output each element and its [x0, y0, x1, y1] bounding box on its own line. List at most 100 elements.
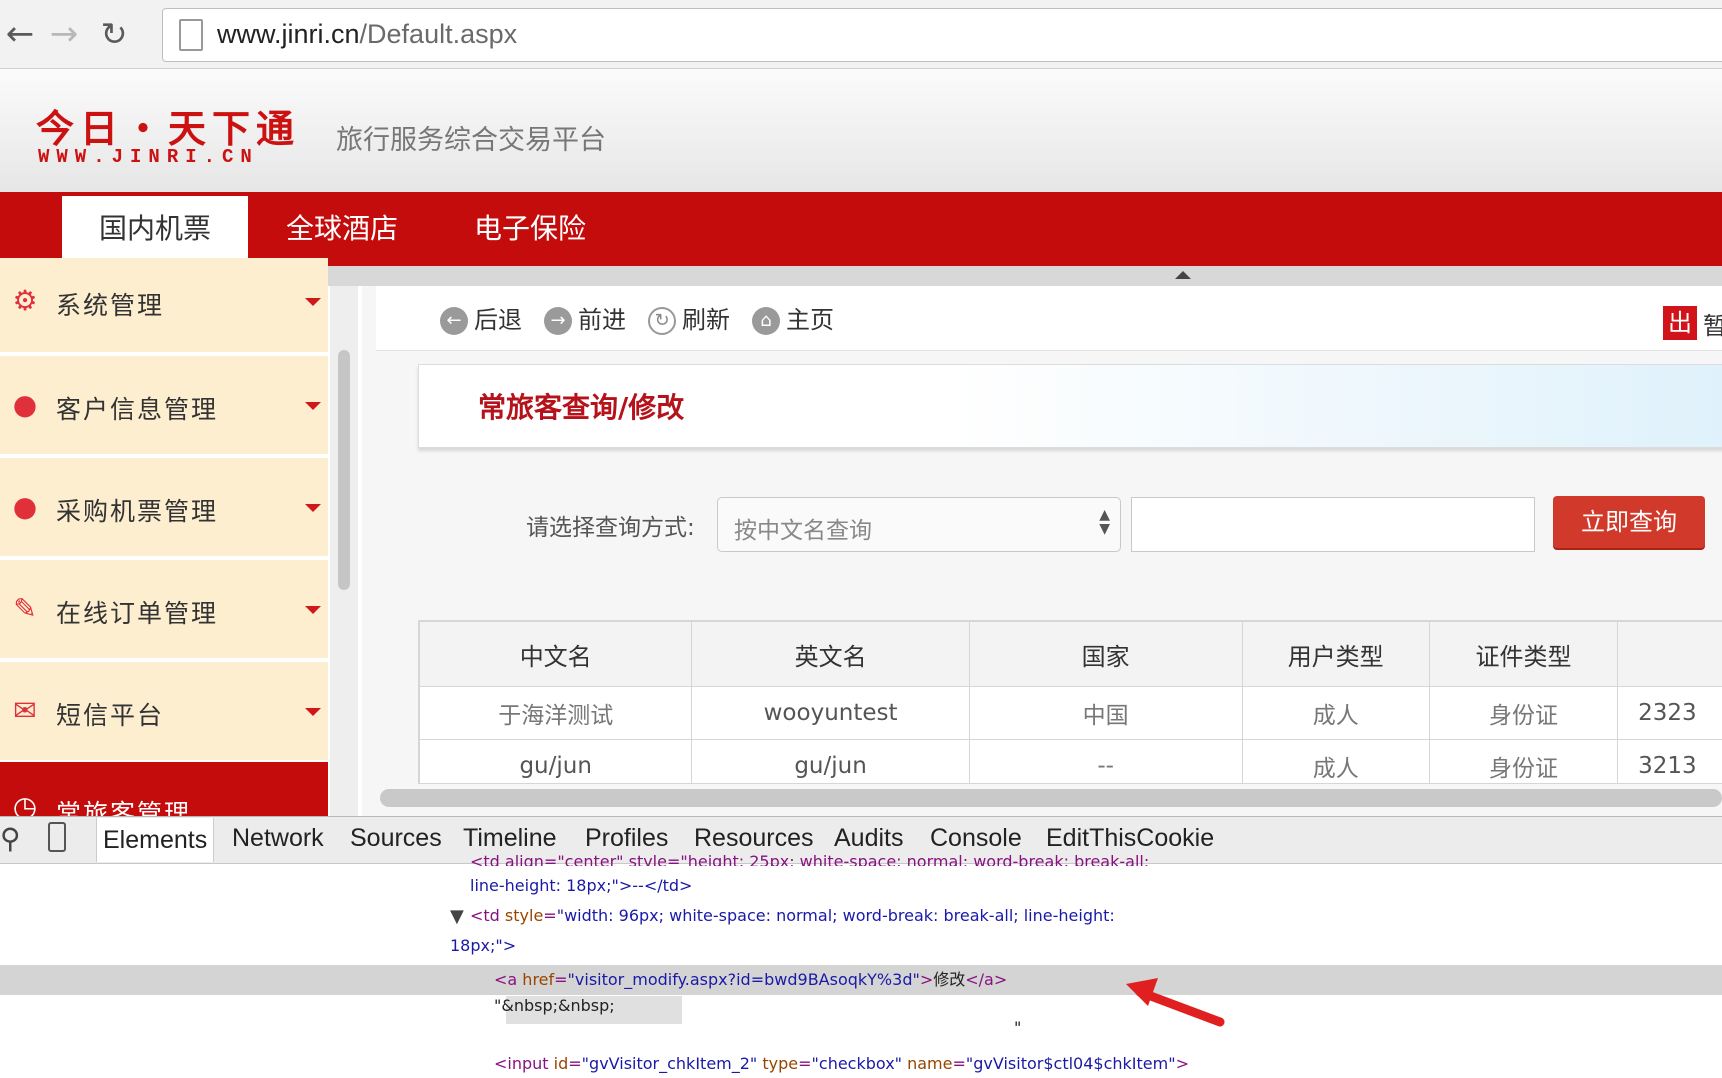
code-val: "gvVisitor_chkItem_2": [581, 1054, 758, 1073]
home-label: 主页: [786, 306, 834, 334]
table-header-row: 中文名 英文名 国家 用户类型 证件类型: [419, 621, 1722, 687]
page-title: 常旅客查询/修改: [478, 391, 685, 424]
code-tag: <input: [494, 1054, 554, 1073]
exit-label[interactable]: 暂: [1703, 306, 1722, 341]
pencil-icon: ✎: [13, 592, 37, 625]
user-icon: ●: [12, 388, 38, 421]
table-cell: 中国: [968, 686, 1243, 740]
chat-bubble-icon: ●: [12, 490, 38, 523]
arrow-right-icon[interactable]: →: [44, 14, 84, 54]
caret-down-icon: [305, 402, 321, 410]
table-row[interactable]: 于海洋测试 wooyuntest 中国 成人 身份证 2323: [419, 686, 1722, 740]
sidebar-item-ticket-purchase[interactable]: ● 采购机票管理: [0, 458, 328, 560]
code-val: "width: 96px; white-space: normal; word-…: [556, 906, 1115, 925]
col-header: 证件类型: [1428, 621, 1619, 687]
code-tag: <a: [494, 970, 523, 989]
devtools-tab-network[interactable]: Network: [232, 824, 324, 853]
devtools-tab-timeline[interactable]: Timeline: [463, 824, 557, 853]
sidebar-scrollbar[interactable]: [338, 350, 350, 590]
devtools-tab-console[interactable]: Console: [930, 824, 1022, 853]
table-cell: wooyuntest: [691, 686, 970, 740]
sidebar-item-label: 采购机票管理: [56, 497, 219, 526]
code-attr: href: [522, 970, 555, 989]
code-tag-close: </a>: [965, 970, 1008, 989]
refresh-button[interactable]: ↻ 刷新: [648, 300, 730, 335]
forward-arrow-icon: →: [544, 307, 572, 335]
code-line[interactable]: <td style="width: 96px; white-space: nor…: [470, 906, 1115, 925]
table-cell: 3213: [1617, 739, 1722, 783]
table-cell: 于海洋测试: [419, 686, 693, 740]
code-eq: =: [798, 1054, 812, 1073]
url-host: www.jinri.cn: [217, 19, 360, 49]
col-header: 用户类型: [1241, 621, 1430, 687]
code-val: "gvVisitor$ctl04$chkItem": [965, 1054, 1176, 1073]
code-text: 修改: [933, 970, 966, 989]
forward-button[interactable]: → 前进: [544, 300, 626, 335]
logo-url[interactable]: WWW.JINRI.CN: [38, 146, 259, 168]
query-mode-label: 请选择查询方式:: [526, 515, 695, 541]
nav-tab-global-hotels[interactable]: 全球酒店: [262, 192, 422, 266]
main-nav: 国内机票 全球酒店 电子保险: [0, 192, 1722, 266]
code-gt: >: [1175, 1054, 1189, 1073]
devtools-tab-editthiscookie[interactable]: EditThisCookie: [1046, 824, 1214, 853]
code-line[interactable]: <input id="gvVisitor_chkItem_2" type="ch…: [494, 1054, 1189, 1073]
nav-tab-domestic-flights[interactable]: 国内机票: [62, 196, 248, 266]
caret-down-icon: [305, 708, 321, 716]
sidebar-item-label: 系统管理: [56, 291, 165, 320]
home-button[interactable]: ⌂ 主页: [752, 300, 834, 335]
page-icon: [179, 19, 203, 51]
query-mode-value: 按中文名查询: [734, 518, 872, 544]
expand-triangle-icon[interactable]: ▼: [450, 906, 464, 927]
caret-down-icon: [305, 504, 321, 512]
table-cell: 成人: [1241, 686, 1430, 740]
table-row[interactable]: gu/jun gu/jun -- 成人 身份证 3213: [419, 739, 1722, 783]
code-line[interactable]: "&nbsp;&nbsp;: [494, 996, 615, 1015]
col-header: 国家: [968, 621, 1243, 687]
code-line-selected[interactable]: <a href="visitor_modify.aspx?id=bwd9BAso…: [494, 966, 1007, 990]
code-line[interactable]: line-height: 18px;">--</td>: [470, 876, 692, 895]
sidebar-item-sms[interactable]: ✉ 短信平台: [0, 662, 328, 764]
reload-icon[interactable]: ↻: [94, 14, 134, 54]
sidebar-item-frequent-traveler[interactable]: ◷ 常旅客管理: [0, 762, 328, 828]
exit-icon[interactable]: 出: [1663, 306, 1697, 340]
magnifier-icon[interactable]: ⚲: [0, 822, 21, 855]
sidebar-item-system[interactable]: ⚙ 系统管理: [0, 258, 328, 356]
code-line-clipped: <td align="center" style="height: 25px; …: [470, 852, 1150, 866]
devtools-tab-sources[interactable]: Sources: [350, 824, 442, 853]
query-mode-select[interactable]: 按中文名查询 ▲ ▼: [717, 497, 1121, 552]
table-cell: 成人: [1241, 739, 1430, 783]
site-slogan: 旅行服务综合交易平台: [336, 125, 606, 156]
table-cell: 身份证: [1428, 739, 1619, 783]
code-line: ": [1014, 1018, 1022, 1037]
sidebar-item-customer[interactable]: ● 客户信息管理: [0, 356, 328, 458]
url-path: /Default.aspx: [359, 19, 518, 49]
code-line[interactable]: 18px;">: [450, 936, 516, 955]
table-cell: 2323: [1617, 686, 1722, 740]
col-header: [1617, 621, 1722, 687]
traveler-table: 中文名 英文名 国家 用户类型 证件类型 于海洋测试 wooyuntest 中国…: [418, 620, 1722, 784]
red-arrow-annotation: [1126, 978, 1225, 1027]
code-eq: =: [554, 970, 568, 989]
sidebar-item-online-orders[interactable]: ✎ 在线订单管理: [0, 560, 328, 662]
back-label: 后退: [474, 306, 522, 334]
select-updown-icon: ▲ ▼: [1099, 507, 1110, 537]
collapse-arrow-icon[interactable]: [1175, 271, 1191, 279]
search-button[interactable]: 立即查询: [1553, 496, 1705, 548]
devtools-tab-elements[interactable]: Elements: [96, 818, 215, 862]
code-eq: =: [952, 1054, 966, 1073]
devtools-tab-resources[interactable]: Resources: [694, 824, 814, 853]
horizontal-scrollbar[interactable]: [380, 789, 1722, 807]
devtools-tab-audits[interactable]: Audits: [834, 824, 903, 853]
query-input[interactable]: [1131, 497, 1535, 552]
address-bar[interactable]: www.jinri.cn/Default.aspx: [162, 8, 1722, 62]
arrow-left-icon[interactable]: ←: [0, 14, 40, 54]
table-cell: --: [968, 739, 1243, 783]
mobile-device-icon[interactable]: [48, 822, 66, 852]
code-eq: =: [543, 906, 557, 925]
back-button[interactable]: ← 后退: [440, 300, 522, 335]
refresh-icon: ↻: [648, 307, 676, 335]
logo-chinese[interactable]: 今日・天下通: [36, 98, 300, 153]
devtools-tab-profiles[interactable]: Profiles: [585, 824, 668, 853]
nav-tab-e-insurance[interactable]: 电子保险: [440, 192, 620, 266]
sidebar-item-label: 客户信息管理: [56, 395, 219, 424]
